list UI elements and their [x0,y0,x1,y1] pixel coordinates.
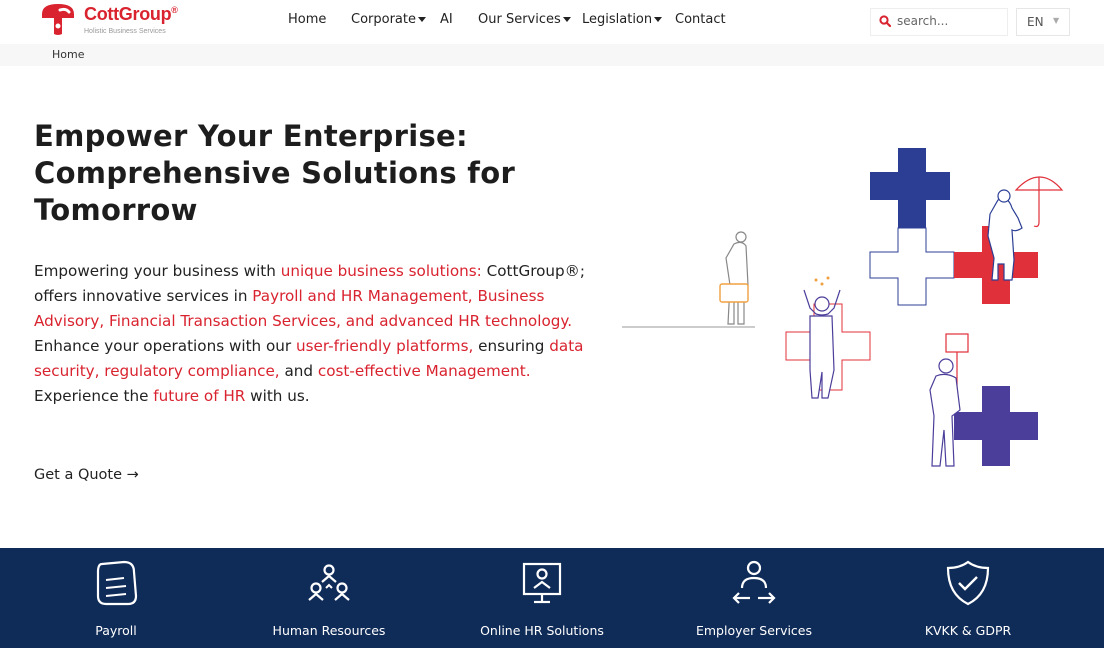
language-select[interactable]: EN ▼ [1016,8,1070,36]
service-kvkk-gdpr[interactable]: KVKK & GDPR [888,548,1048,648]
employer-exchange-icon [732,560,776,604]
service-label: Online HR Solutions [480,623,604,638]
hero-title: Empower Your Enterprise: Comprehensive S… [34,119,516,227]
service-label: Payroll [95,623,137,638]
brand-logo[interactable]: CottGroup® Holistic Business Services [38,2,198,42]
chevron-down-icon: ▼ [1053,16,1060,25]
language-selected: EN [1027,15,1044,29]
service-label: Human Resources [272,623,386,638]
service-label: Employer Services [695,623,813,638]
desc-highlight: future of HR [153,387,246,405]
desc-highlight: cost-effective Management. [317,362,531,380]
service-employer-services[interactable]: Employer Services [674,548,834,648]
desc-text: Enhance your operations with our [34,337,296,355]
chevron-down-icon [654,17,663,22]
nav-item-contact[interactable]: Contact [675,12,726,27]
document-icon [96,560,138,606]
nav-item-corporate[interactable]: Corporate [351,12,426,27]
services-bar: Payroll Human Resources Online HR Soluti… [0,548,1104,648]
breadcrumb: Home [0,44,1104,66]
hero-description: Empowering your business with unique bus… [34,259,594,409]
brand-name: CottGroup® [84,4,178,24]
service-human-resources[interactable]: Human Resources [249,548,409,648]
monitor-user-icon [522,562,562,604]
desc-highlight: user-friendly platforms, [295,337,474,355]
nav-item-ai[interactable]: AI [440,12,453,27]
nav-item-our-services[interactable]: Our Services [478,12,571,27]
chevron-down-icon [562,17,571,22]
service-payroll[interactable]: Payroll [46,548,186,648]
breadcrumb-item-home[interactable]: Home [52,48,84,61]
people-icon [308,564,350,601]
search-box [870,8,1008,36]
cta-label: Get a Quote [34,467,123,483]
chevron-down-icon [418,17,426,22]
nav-item-legislation[interactable]: Legislation [582,12,663,27]
service-online-hr-solutions[interactable]: Online HR Solutions [462,548,622,648]
search-icon[interactable] [879,15,891,27]
search-input[interactable] [897,12,1001,30]
shield-check-icon [946,560,990,606]
desc-text: Empowering your business with [34,262,281,280]
desc-text: Experience the [34,387,154,405]
desc-text: and [279,362,318,380]
service-label: KVKK & GDPR [924,623,1012,638]
get-a-quote-link[interactable]: Get a Quote → [34,467,139,483]
nav-item-home[interactable]: Home [288,12,326,27]
hero-illustration [622,148,1064,467]
brand-tagline: Holistic Business Services [84,28,166,35]
arrow-right-icon: → [126,467,139,483]
site-header: CottGroup® Holistic Business Services Ho… [0,0,1104,44]
desc-text: ensuring [473,337,550,355]
cottgroup-logo-icon [42,4,74,35]
desc-highlight: unique business solutions: [280,262,482,280]
desc-text: with us. [245,387,310,405]
